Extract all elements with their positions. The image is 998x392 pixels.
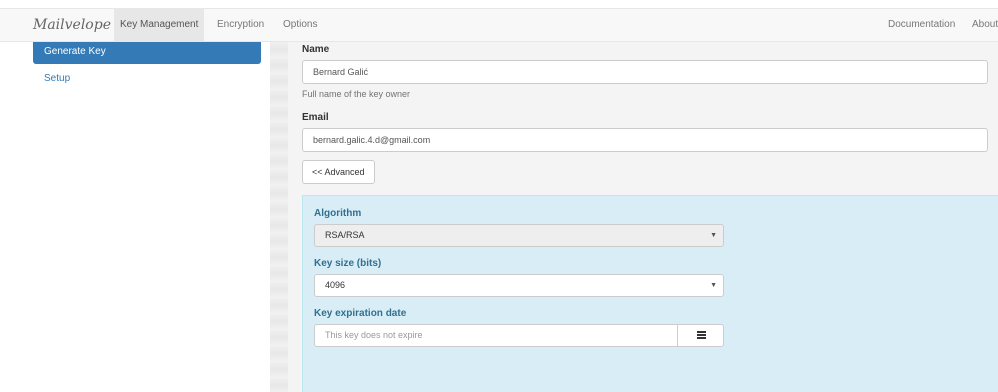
algorithm-label: Algorithm: [314, 208, 362, 219]
name-label: Name: [302, 44, 330, 55]
algorithm-value: RSA/RSA: [325, 230, 365, 240]
name-help-text: Full name of the key owner: [302, 89, 411, 99]
algorithm-select: RSA/RSA ▼: [314, 224, 724, 247]
name-field[interactable]: Bernard Galić: [302, 60, 988, 84]
chevron-down-icon: ▼: [710, 232, 717, 239]
link-documentation[interactable]: Documentation: [882, 9, 961, 41]
keysize-value: 4096: [325, 280, 346, 290]
expiration-date-input[interactable]: This key does not expire: [314, 324, 678, 347]
advanced-options-panel: Algorithm RSA/RSA ▼ Key size (bits) 4096…: [302, 195, 998, 392]
sidebar-item-generate-key[interactable]: Generate Key: [33, 42, 261, 64]
chevron-down-icon: ▼: [710, 282, 717, 289]
expiration-placeholder: This key does not expire: [325, 330, 423, 340]
tab-encryption[interactable]: Encryption: [211, 9, 270, 41]
sidebar: Generate Key Setup: [0, 42, 270, 392]
expiration-label: Key expiration date: [314, 308, 407, 319]
link-about[interactable]: About: [966, 9, 998, 41]
brand-logo[interactable]: Mailvelope: [33, 9, 111, 41]
calendar-icon: [697, 331, 706, 340]
tab-options[interactable]: Options: [277, 9, 323, 41]
advanced-button[interactable]: << Advanced: [302, 160, 375, 184]
email-field[interactable]: bernard.galic.4.d@gmail.com: [302, 128, 988, 152]
keysize-select[interactable]: 4096 ▼: [314, 274, 724, 297]
main-content: Name Bernard Galić Full name of the key …: [288, 42, 998, 392]
panel-divider: [270, 42, 288, 392]
calendar-button[interactable]: [677, 324, 724, 347]
top-navbar: Mailvelope Key Management Encryption Opt…: [0, 8, 998, 42]
tab-key-management[interactable]: Key Management: [114, 9, 205, 41]
keysize-label: Key size (bits): [314, 258, 382, 269]
sidebar-item-setup[interactable]: Setup: [33, 69, 261, 91]
email-label: Email: [302, 112, 329, 123]
